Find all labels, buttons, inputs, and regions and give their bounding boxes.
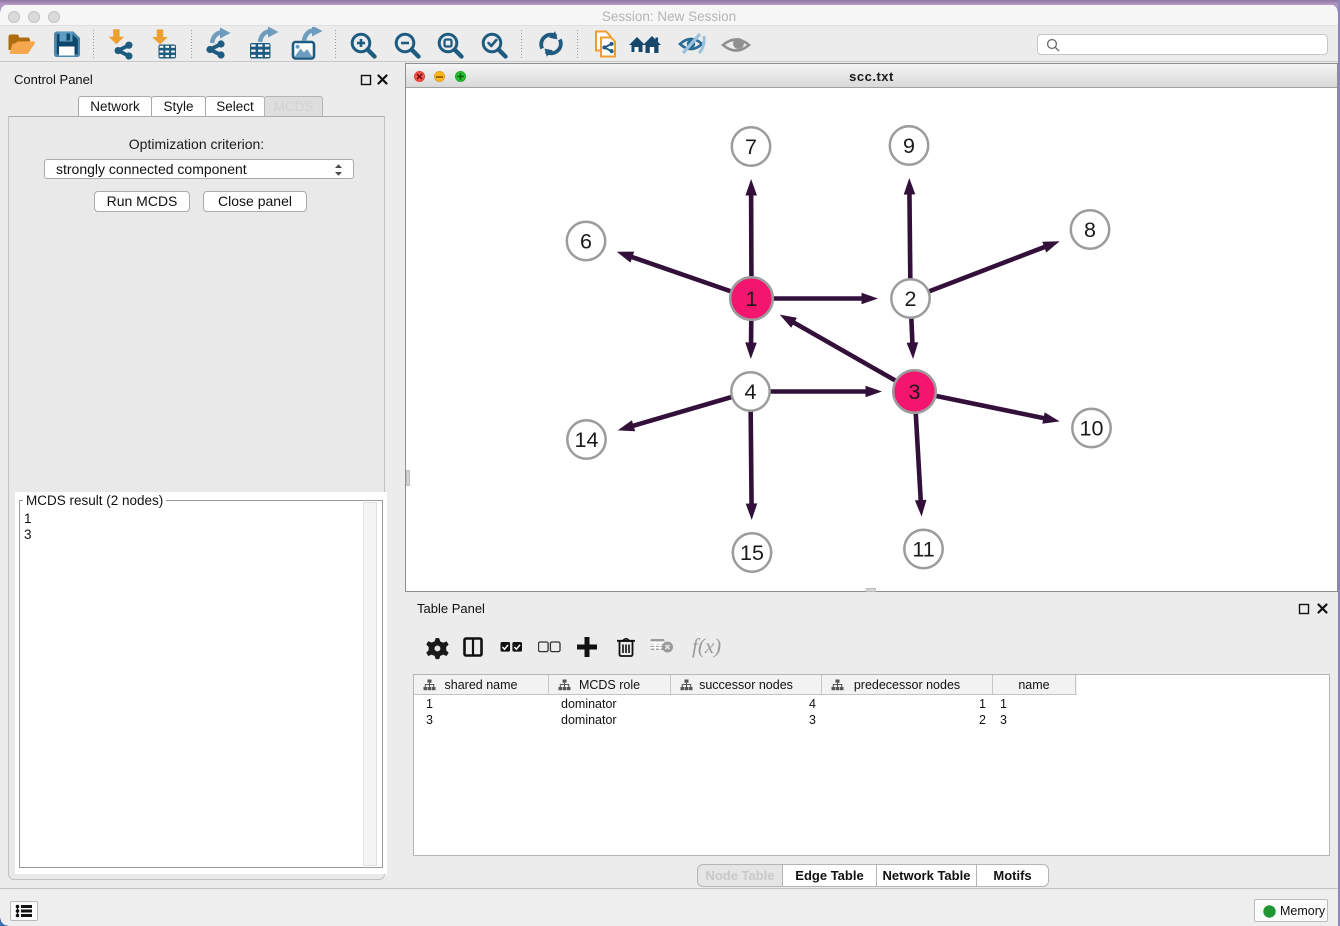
svg-text:14: 14 <box>575 428 599 452</box>
svg-text:7: 7 <box>745 135 757 159</box>
svg-text:8: 8 <box>1084 218 1096 242</box>
svg-text:2: 2 <box>905 287 917 311</box>
svg-text:6: 6 <box>580 230 592 254</box>
svg-text:11: 11 <box>912 538 934 562</box>
svg-text:3: 3 <box>909 380 921 404</box>
svg-text:1: 1 <box>746 287 758 311</box>
svg-text:4: 4 <box>745 380 757 404</box>
svg-text:9: 9 <box>903 134 915 158</box>
svg-text:15: 15 <box>740 541 764 565</box>
svg-text:10: 10 <box>1080 417 1104 441</box>
